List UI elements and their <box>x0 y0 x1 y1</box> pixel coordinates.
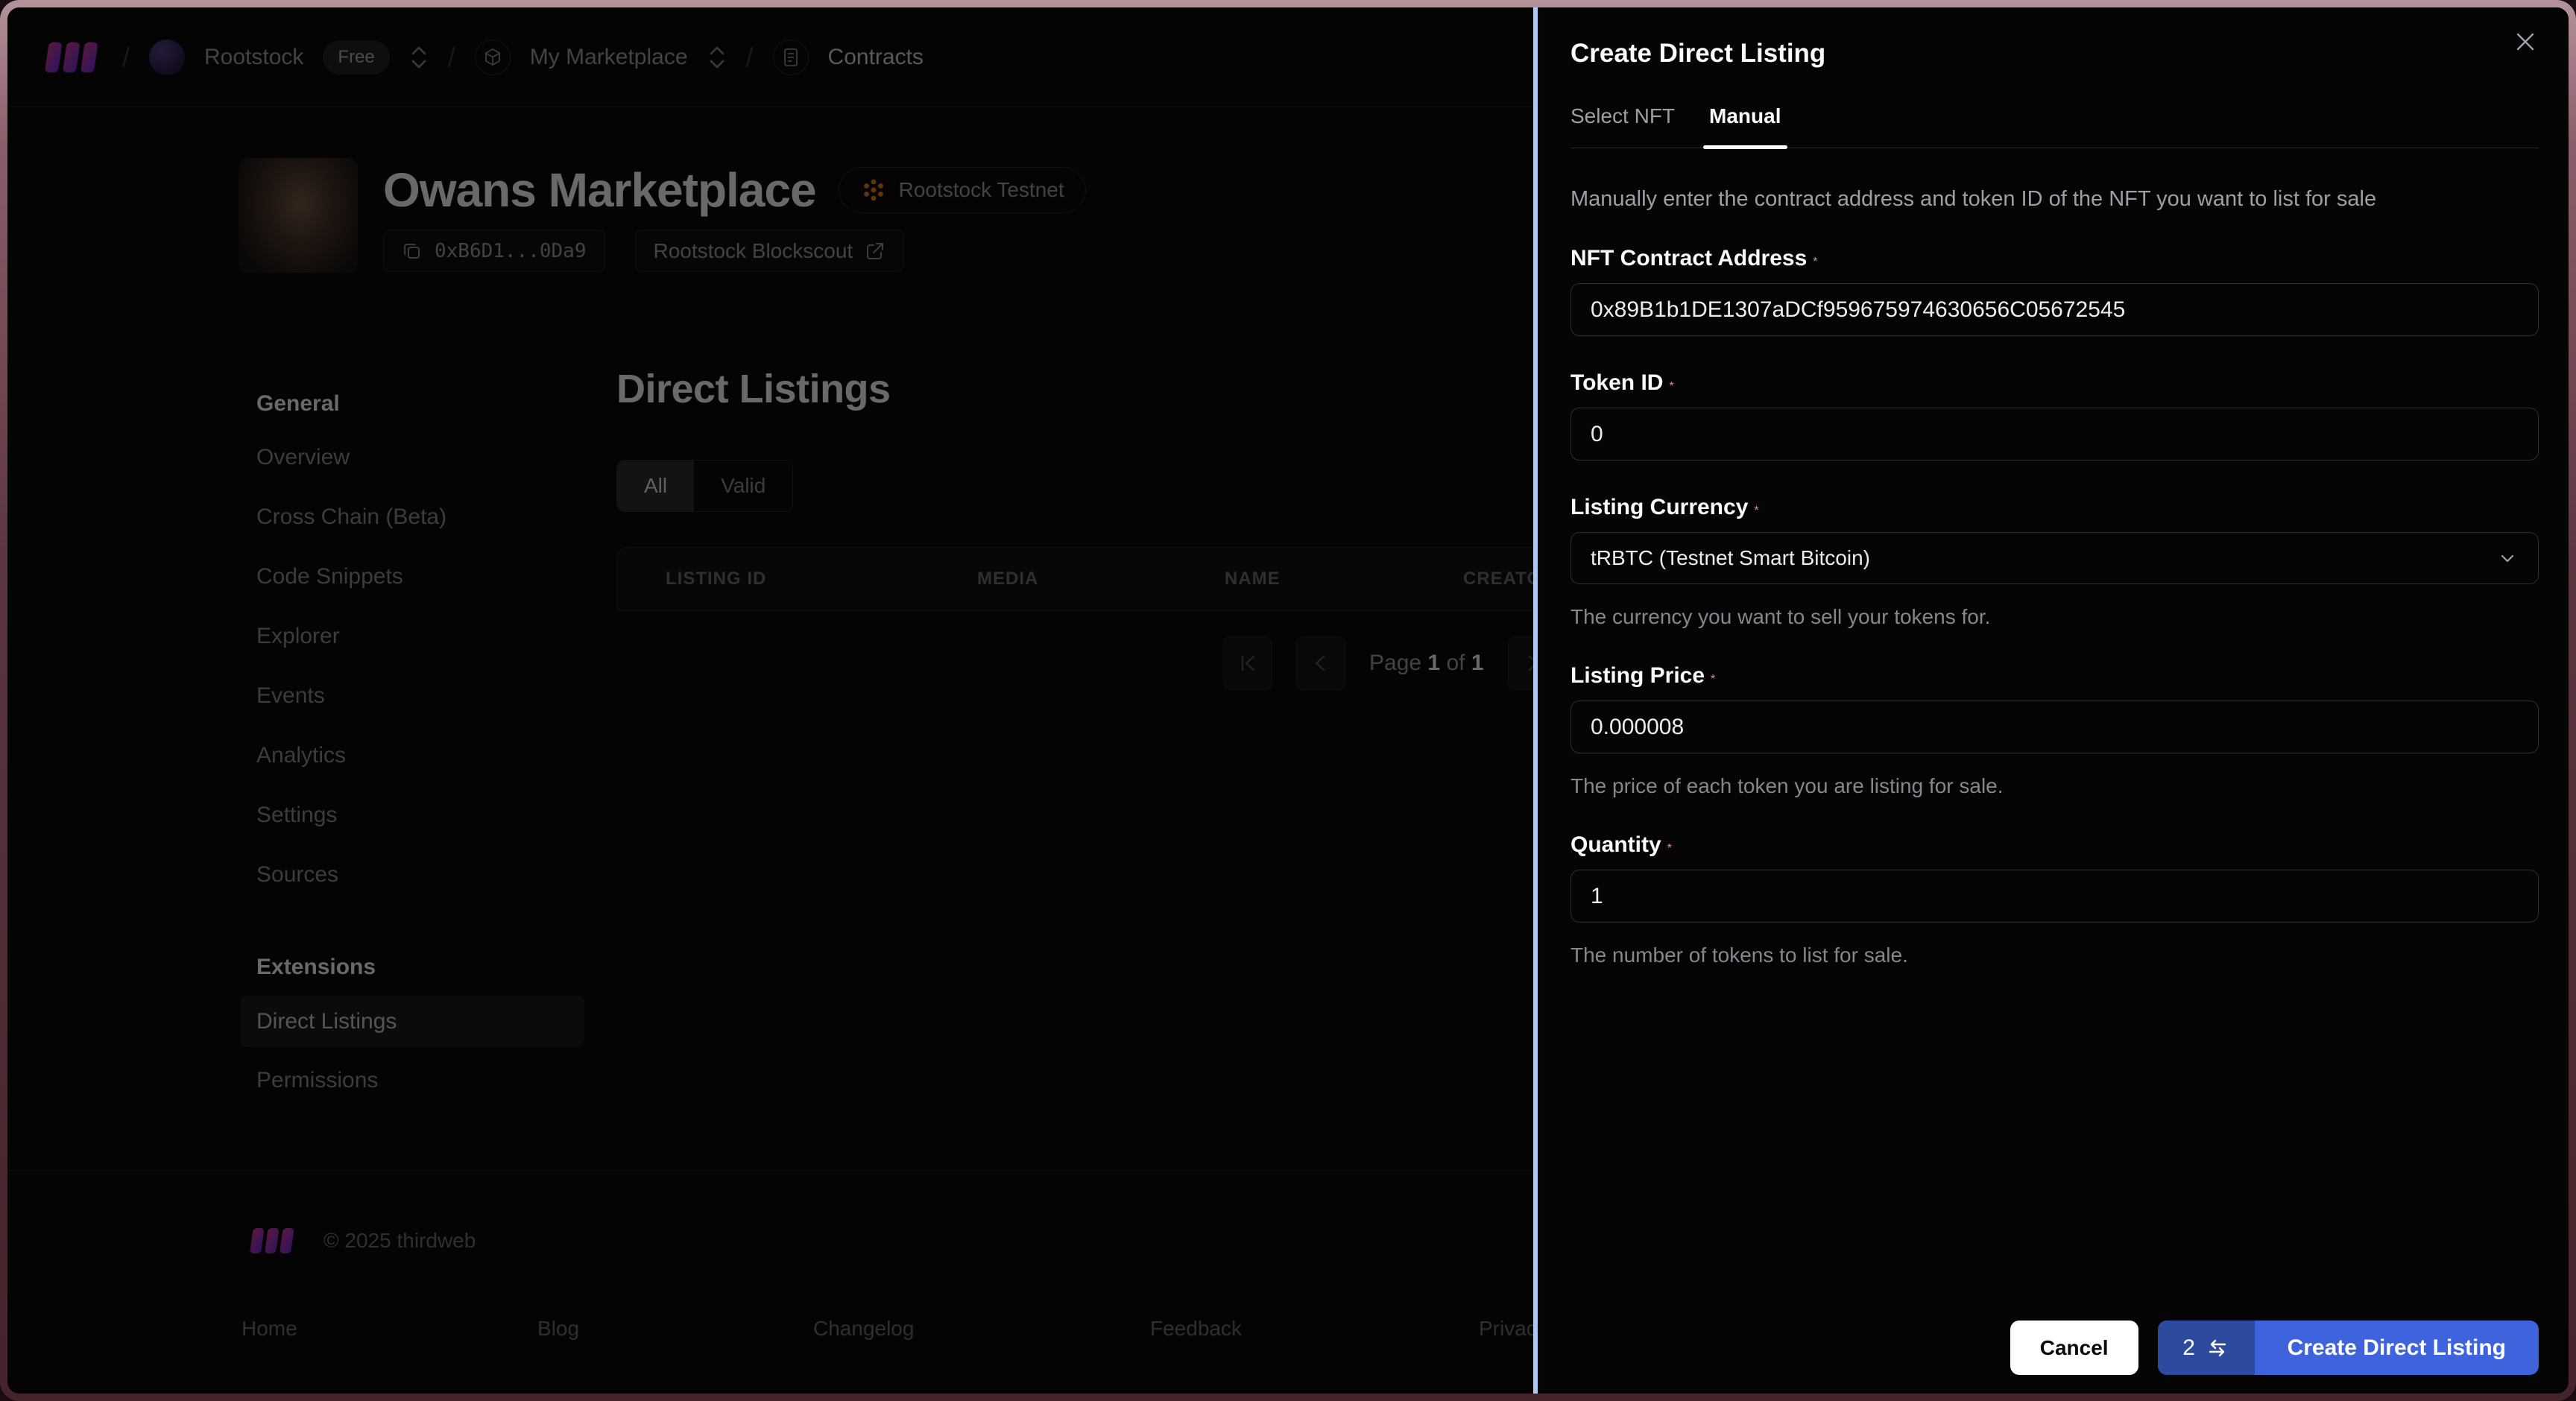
screen: / Rootstock Free / My Marketplace <box>7 7 2569 1394</box>
required-mark: * <box>1813 256 1818 268</box>
field-label: NFT Contract Address <box>1570 246 1808 271</box>
cancel-button[interactable]: Cancel <box>2010 1321 2138 1375</box>
tab-select-nft[interactable]: Select NFT <box>1570 104 1675 148</box>
field-label: Token ID <box>1570 370 1664 395</box>
tx-count: 2 <box>2182 1335 2195 1360</box>
field-token-id: Token ID * <box>1570 370 2539 461</box>
quantity-input[interactable] <box>1570 870 2539 923</box>
drawer-title: Create Direct Listing <box>1570 39 1826 68</box>
field-helper: The price of each token you are listing … <box>1570 774 2004 797</box>
create-direct-listing-button[interactable]: Create Direct Listing <box>2254 1321 2539 1375</box>
listing-price-input[interactable] <box>1570 700 2539 753</box>
required-mark: * <box>1669 380 1674 393</box>
required-mark: * <box>1711 673 1716 686</box>
drawer-tabs: Select NFT Manual <box>1570 104 2539 149</box>
close-icon[interactable] <box>2510 27 2540 57</box>
field-label: Listing Price <box>1570 663 1705 688</box>
submit-split-button: 2 Create Direct Listing <box>2157 1321 2539 1375</box>
required-mark: * <box>1667 842 1672 855</box>
field-label: Listing Currency <box>1570 495 1749 519</box>
listing-currency-select[interactable]: tRBTC (Testnet Smart Bitcoin) <box>1570 532 2539 584</box>
required-mark: * <box>1754 505 1759 517</box>
field-helper: The number of tokens to list for sale. <box>1570 943 1908 967</box>
window-frame: / Rootstock Free / My Marketplace <box>0 0 2576 1401</box>
swap-arrows-icon <box>2209 1339 2226 1356</box>
nft-contract-address-input[interactable] <box>1570 283 2539 336</box>
field-listing-price: Listing Price * The price of each token y… <box>1570 663 2539 798</box>
chevron-down-icon <box>2501 554 2514 563</box>
field-listing-currency: Listing Currency * tRBTC (Testnet Smart B… <box>1570 495 2539 629</box>
field-label: Quantity <box>1570 832 1661 857</box>
tx-count-button[interactable]: 2 <box>2157 1321 2255 1375</box>
create-direct-listing-drawer: Create Direct Listing Select NFT Manual … <box>1533 7 2569 1394</box>
token-id-input[interactable] <box>1570 408 2539 461</box>
drawer-footer: Cancel 2 Create Direct Listing <box>2010 1321 2539 1375</box>
field-nft-contract-address: NFT Contract Address * <box>1570 246 2539 336</box>
listing-currency-value: tRBTC (Testnet Smart Bitcoin) <box>1591 546 1870 569</box>
field-helper: The currency you want to sell your token… <box>1570 605 1991 628</box>
field-quantity: Quantity * The number of tokens to list f… <box>1570 832 2539 967</box>
drawer-description: Manually enter the contract address and … <box>1570 187 2377 211</box>
tab-manual[interactable]: Manual <box>1702 104 1788 149</box>
